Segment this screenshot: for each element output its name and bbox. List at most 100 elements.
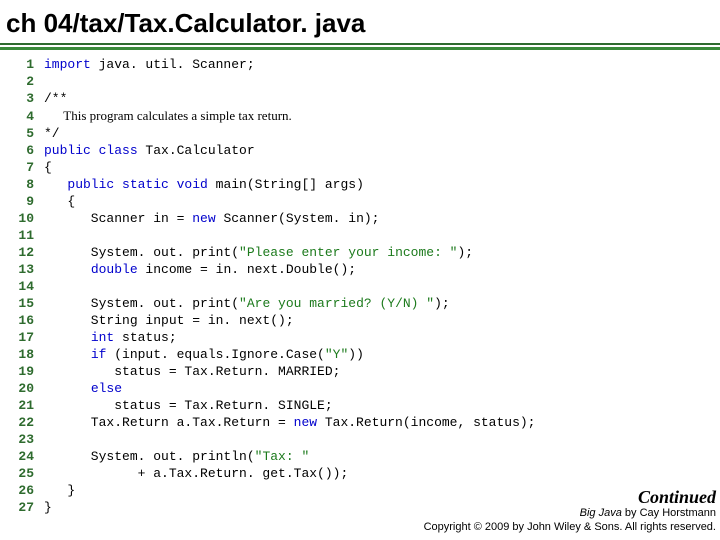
string-literal: "Please enter your income: " [239,245,457,260]
code-line: 24 System. out. println("Tax: " [6,448,720,465]
code-line: 17 int status; [6,329,720,346]
code-text: } [44,500,52,515]
code-line: 22 Tax.Return a.Tax.Return = new Tax.Ret… [6,414,720,431]
line-number: 19 [6,363,34,380]
code-line: 23 [6,431,720,448]
keyword: if [91,347,107,362]
line-number: 27 [6,499,34,516]
code-text: System. out. println( [44,449,255,464]
line-number: 13 [6,261,34,278]
code-text: Tax.Calculator [138,143,255,158]
code-line: 18 if (input. equals.Ignore.Case("Y")) [6,346,720,363]
line-number: 7 [6,159,34,176]
line-number: 15 [6,295,34,312]
code-text: /** [44,91,67,106]
code-text [44,262,91,277]
keyword: new [294,415,317,430]
string-literal: "Y" [325,347,348,362]
line-number: 21 [6,397,34,414]
comment-text: This program calculates a simple tax ret… [44,108,292,123]
code-text: Scanner(System. in); [216,211,380,226]
line-number: 9 [6,193,34,210]
line-number: 20 [6,380,34,397]
book-author: by Cay Horstmann [622,507,716,519]
code-line: 14 [6,278,720,295]
book-title: Big Java [580,507,622,519]
code-line: 19 status = Tax.Return. MARRIED; [6,363,720,380]
footer: Continued Big Java by Cay Horstmann Copy… [424,490,716,534]
footer-line1: Big Java by Cay Horstmann [424,506,716,520]
code-text: ); [434,296,450,311]
code-text: Tax.Return a.Tax.Return = [44,415,294,430]
string-literal: "Are you married? (Y/N) " [239,296,434,311]
keyword: import [44,57,91,72]
line-number: 10 [6,210,34,227]
line-number: 18 [6,346,34,363]
line-number: 25 [6,465,34,482]
code-text: */ [44,126,60,141]
keyword: public static void [67,177,207,192]
line-number: 5 [6,125,34,142]
line-number: 23 [6,431,34,448]
keyword: int [91,330,114,345]
code-line: 12 System. out. print("Please enter your… [6,244,720,261]
code-text: + a.Tax.Return. get.Tax()); [44,466,348,481]
line-number: 17 [6,329,34,346]
code-text: { [44,194,75,209]
code-text: income = in. next.Double(); [138,262,356,277]
code-line: 15 System. out. print("Are you married? … [6,295,720,312]
string-literal: "Tax: " [255,449,310,464]
code-text [44,330,91,345]
code-text: status; [114,330,176,345]
line-number: 2 [6,73,34,90]
code-text: } [44,483,75,498]
code-text: System. out. print( [44,245,239,260]
code-line: 9 { [6,193,720,210]
code-text: Tax.Return(income, status); [317,415,535,430]
footer-line2: Copyright © 2009 by John Wiley & Sons. A… [424,520,716,534]
code-text: (input. equals.Ignore.Case( [106,347,324,362]
code-line: 10 Scanner in = new Scanner(System. in); [6,210,720,227]
line-number: 14 [6,278,34,295]
code-text: status = Tax.Return. SINGLE; [44,398,333,413]
code-line: 3 /** [6,90,720,107]
code-text: )) [348,347,364,362]
code-line: 21 status = Tax.Return. SINGLE; [6,397,720,414]
code-line: 2 [6,73,720,90]
divider-top [0,43,720,45]
line-number: 12 [6,244,34,261]
code-line: 6 public class Tax.Calculator [6,142,720,159]
code-line: 8 public static void main(String[] args) [6,176,720,193]
line-number: 8 [6,176,34,193]
keyword: new [192,211,215,226]
line-number: 16 [6,312,34,329]
line-number: 6 [6,142,34,159]
code-text: status = Tax.Return. MARRIED; [44,364,340,379]
line-number: 1 [6,56,34,73]
line-number: 22 [6,414,34,431]
code-text: java. util. Scanner; [91,57,255,72]
code-text: System. out. print( [44,296,239,311]
page-title: ch 04/tax/Tax.Calculator. java [0,0,720,43]
code-text: main(String[] args) [208,177,364,192]
code-text: ); [457,245,473,260]
line-number: 3 [6,90,34,107]
code-line: 1 import java. util. Scanner; [6,56,720,73]
code-text [44,177,67,192]
code-line: 7{ [6,159,720,176]
code-line: 25 + a.Tax.Return. get.Tax()); [6,465,720,482]
code-block: 1 import java. util. Scanner; 23 /**4 This … [0,50,720,516]
code-text [44,347,91,362]
keyword: public class [44,143,138,158]
code-line: 4 This program calculates a simple tax r… [6,107,720,125]
code-text [44,381,91,396]
code-line: 5 */ [6,125,720,142]
code-line: 16 String input = in. next(); [6,312,720,329]
keyword: double [91,262,138,277]
code-text: Scanner in = [44,211,192,226]
code-line: 13 double income = in. next.Double(); [6,261,720,278]
code-text: { [44,160,52,175]
line-number: 11 [6,227,34,244]
code-line: 11 [6,227,720,244]
code-line: 20 else [6,380,720,397]
